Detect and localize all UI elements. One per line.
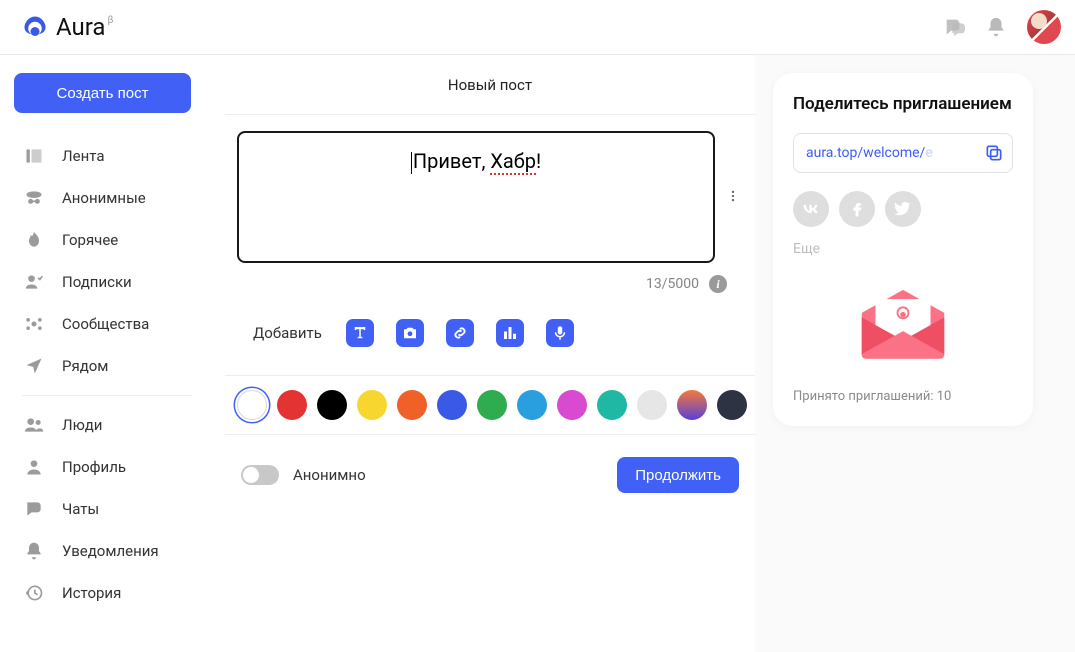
sidebar-item-notifications[interactable]: Уведомления xyxy=(14,530,211,572)
attach-text-button[interactable] xyxy=(346,319,374,347)
counter-row: 13/5000 i xyxy=(237,263,743,293)
attach-audio-button[interactable] xyxy=(546,319,574,347)
sidebar-item-feed[interactable]: Лента xyxy=(14,135,211,177)
beta-label: β xyxy=(107,15,113,26)
invite-card: Поделитесь приглашением aura.top/welcome… xyxy=(773,73,1033,426)
sidebar-item-label: История xyxy=(62,584,121,602)
sidebar-item-label: Сообщества xyxy=(62,315,149,333)
sidebar-item-profile[interactable]: Профиль xyxy=(14,446,211,488)
char-counter: 13/5000 xyxy=(646,276,699,292)
sidebar-item-hot[interactable]: Горячее xyxy=(14,219,211,261)
color-swatch-4[interactable] xyxy=(397,390,427,420)
color-swatch-1[interactable] xyxy=(277,390,307,420)
copy-icon[interactable] xyxy=(984,143,1004,163)
bell-icon[interactable] xyxy=(985,16,1007,38)
attachments-row: Добавить xyxy=(237,293,743,365)
post-text-part: Привет, xyxy=(413,149,491,173)
add-label: Добавить xyxy=(253,324,322,342)
sidebar-item-label: Рядом xyxy=(62,357,108,375)
location-icon xyxy=(24,356,44,376)
share-facebook-button[interactable] xyxy=(839,191,875,227)
anonymous-icon xyxy=(24,188,44,208)
color-swatch-7[interactable] xyxy=(517,390,547,420)
sidebar-item-history[interactable]: История xyxy=(14,572,211,614)
chat-icon[interactable] xyxy=(943,16,965,38)
subscriptions-icon xyxy=(24,272,44,292)
social-row xyxy=(793,191,1013,227)
page-title: Новый пост xyxy=(225,55,755,114)
color-swatch-3[interactable] xyxy=(357,390,387,420)
info-icon[interactable]: i xyxy=(709,275,727,293)
anonymous-toggle-group: Анонимно xyxy=(241,465,366,485)
more-label: Еще xyxy=(793,241,1013,257)
color-swatch-9[interactable] xyxy=(597,390,627,420)
flame-icon xyxy=(24,230,44,250)
sidebar-item-label: Анонимные xyxy=(62,189,146,207)
sidebar-item-nearby[interactable]: Рядом xyxy=(14,345,211,387)
color-swatch-10[interactable] xyxy=(637,390,667,420)
envelope-illustration xyxy=(793,267,1013,377)
color-swatch-5[interactable] xyxy=(437,390,467,420)
avatar[interactable] xyxy=(1027,10,1061,44)
post-text-spellcheck: Хабр xyxy=(490,149,536,175)
layout: Создать пост Лента Анонимные Горячее Под… xyxy=(0,55,1075,652)
invite-title: Поделитесь приглашением xyxy=(793,93,1013,115)
color-picker xyxy=(225,375,755,435)
sidebar-item-label: Профиль xyxy=(62,458,126,476)
new-post-card: Новый пост Привет, Хабр! 13/5000 i xyxy=(225,55,755,652)
color-swatch-11[interactable] xyxy=(677,390,707,420)
communities-icon xyxy=(24,314,44,334)
sidebar-item-anonymous[interactable]: Анонимные xyxy=(14,177,211,219)
header: Auraβ xyxy=(0,0,1075,55)
sidebar-item-label: Уведомления xyxy=(62,542,159,560)
logo-text: Auraβ xyxy=(56,13,111,41)
sidebar-item-people[interactable]: Люди xyxy=(14,404,211,446)
share-twitter-button[interactable] xyxy=(885,191,921,227)
sidebar-item-label: Горячее xyxy=(62,231,118,249)
post-footer: Анонимно Продолжить xyxy=(225,435,755,515)
invite-link-text: aura.top/welcome/e xyxy=(806,145,933,161)
people-icon xyxy=(24,415,44,435)
sidebar-item-label: Чаты xyxy=(62,500,99,518)
sidebar-item-label: Подписки xyxy=(62,273,132,291)
color-swatch-12[interactable] xyxy=(717,390,747,420)
post-text-input[interactable]: Привет, Хабр! xyxy=(237,131,715,263)
sidebar-item-label: Лента xyxy=(62,147,104,165)
sidebar: Создать пост Лента Анонимные Горячее Под… xyxy=(0,55,225,652)
profile-icon xyxy=(24,457,44,477)
history-icon xyxy=(24,583,44,603)
color-swatch-2[interactable] xyxy=(317,390,347,420)
sidebar-item-communities[interactable]: Сообщества xyxy=(14,303,211,345)
anonymous-label: Анонимно xyxy=(293,466,366,484)
logo[interactable]: Auraβ xyxy=(20,12,111,42)
continue-button[interactable]: Продолжить xyxy=(617,457,739,493)
chats-icon xyxy=(24,499,44,519)
attach-photo-button[interactable] xyxy=(396,319,424,347)
sidebar-item-chats[interactable]: Чаты xyxy=(14,488,211,530)
invite-link-field[interactable]: aura.top/welcome/e xyxy=(793,133,1013,173)
share-vk-button[interactable] xyxy=(793,191,829,227)
sidebar-separator xyxy=(22,395,192,396)
sidebar-item-subscriptions[interactable]: Подписки xyxy=(14,261,211,303)
attach-poll-button[interactable] xyxy=(496,319,524,347)
header-actions xyxy=(943,10,1061,44)
color-swatch-8[interactable] xyxy=(557,390,587,420)
create-post-button[interactable]: Создать пост xyxy=(14,73,191,113)
color-swatch-6[interactable] xyxy=(477,390,507,420)
main: Новый пост Привет, Хабр! 13/5000 i xyxy=(225,55,1075,652)
attach-link-button[interactable] xyxy=(446,319,474,347)
invite-count: Принято приглашений: 10 xyxy=(793,389,1013,404)
color-swatch-0[interactable] xyxy=(237,390,267,420)
logo-icon xyxy=(20,12,50,42)
editor-menu-icon[interactable] xyxy=(723,131,743,209)
anonymous-toggle[interactable] xyxy=(241,465,279,485)
right-column: Поделитесь приглашением aura.top/welcome… xyxy=(773,55,1033,652)
sidebar-item-label: Люди xyxy=(62,416,102,434)
text-cursor xyxy=(411,152,412,174)
editor-area: Привет, Хабр! 13/5000 i Добавить xyxy=(225,115,755,375)
post-text-part: ! xyxy=(536,149,541,173)
feed-icon xyxy=(24,146,44,166)
notifications-icon xyxy=(24,541,44,561)
